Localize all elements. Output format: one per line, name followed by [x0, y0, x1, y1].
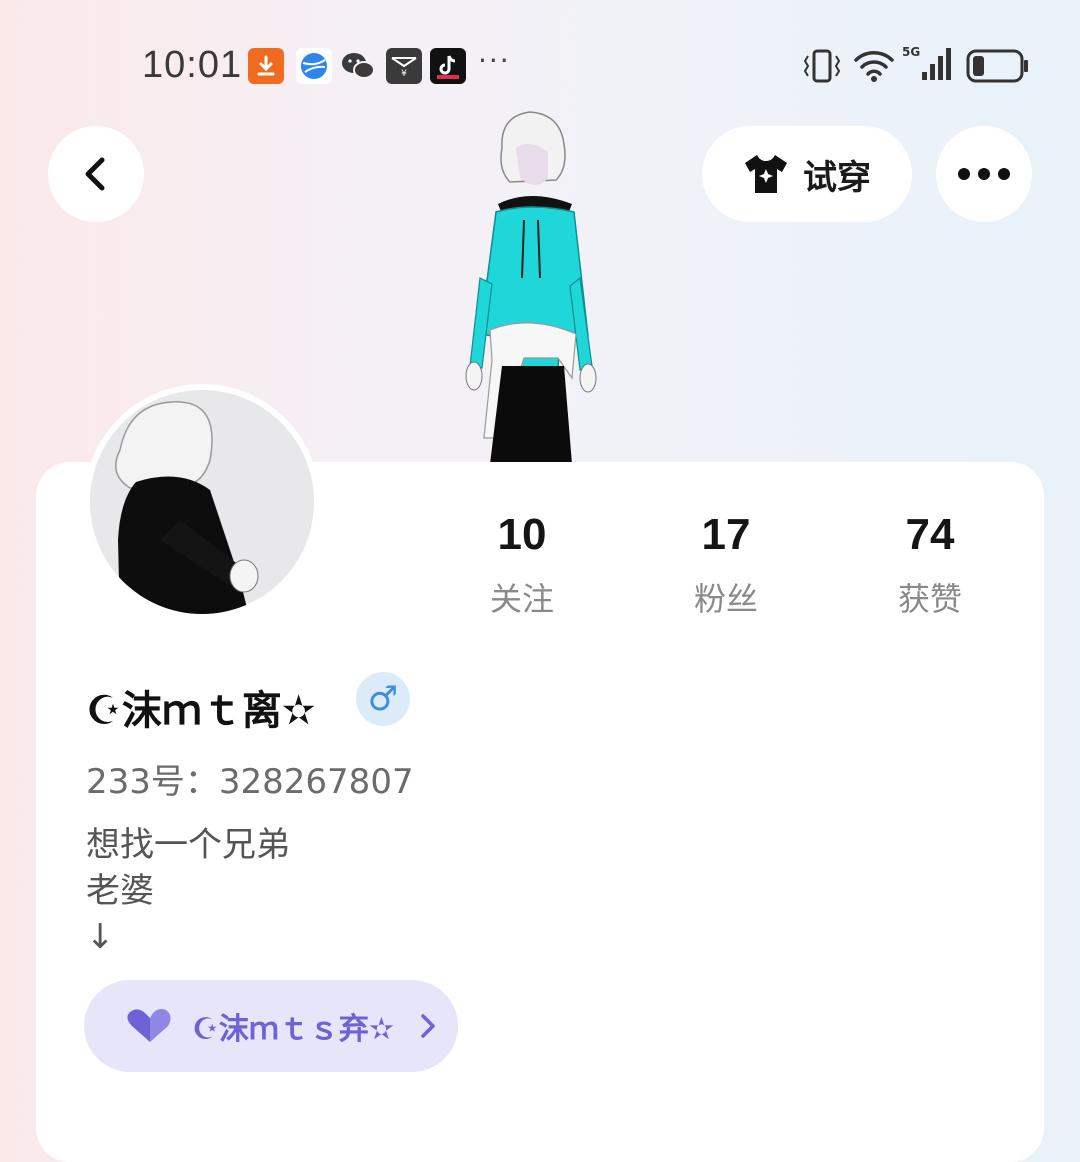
try-on-label: 试穿	[803, 157, 871, 198]
status-time: 10:01	[142, 44, 243, 86]
stat-likes[interactable]: 74 获赞	[850, 510, 1010, 620]
user-id: 233号：328267807	[86, 762, 414, 802]
tiktok-icon	[430, 48, 466, 84]
male-gender-icon: ♂	[356, 672, 410, 726]
network-type-label: 5G	[902, 45, 920, 59]
battery-icon	[966, 48, 1030, 88]
bio-line: ↓	[86, 917, 115, 957]
following-count: 10	[497, 510, 547, 559]
following-label: 关注	[489, 580, 554, 618]
back-button[interactable]	[48, 126, 144, 222]
tshirt-sparkle-icon	[745, 155, 787, 193]
chevron-right-icon	[421, 1014, 435, 1038]
avatar-character-figure	[465, 111, 597, 464]
avatar-image	[90, 390, 314, 614]
download-icon	[248, 48, 284, 84]
red-packet-icon: ¥	[386, 48, 422, 84]
wifi-icon	[852, 48, 896, 88]
signal-icon: 5G	[900, 44, 956, 88]
stat-followers[interactable]: 17 粉丝	[646, 510, 806, 620]
more-dots-icon	[958, 168, 1010, 180]
more-options-button[interactable]	[936, 126, 1032, 222]
chevron-left-icon	[85, 157, 105, 191]
avatar[interactable]	[84, 384, 320, 620]
status-more-icon: ···	[478, 44, 511, 77]
svg-text:¥: ¥	[401, 69, 407, 79]
followers-label: 粉丝	[693, 580, 758, 618]
partner-name: ☪沫ｍｔｓ弃✫	[192, 1012, 395, 1047]
bio: 想找一个兄弟 老婆 ↓	[86, 822, 290, 960]
try-on-button[interactable]: 试穿	[702, 126, 912, 222]
double-heart-icon	[127, 1009, 171, 1042]
browser-icon	[296, 48, 332, 84]
likes-label: 获赞	[897, 580, 962, 618]
vibrate-icon	[802, 48, 842, 88]
username: ☪沫ｍｔ离✫	[86, 688, 316, 734]
bio-line: 想找一个兄弟	[86, 825, 290, 865]
followers-count: 17	[701, 510, 751, 559]
partner-pill[interactable]: ☪沫ｍｔｓ弃✫	[84, 980, 458, 1072]
wechat-icon	[340, 48, 376, 84]
stat-following[interactable]: 10 关注	[442, 510, 602, 620]
bio-line: 老婆	[86, 871, 154, 911]
likes-count: 74	[905, 510, 955, 559]
